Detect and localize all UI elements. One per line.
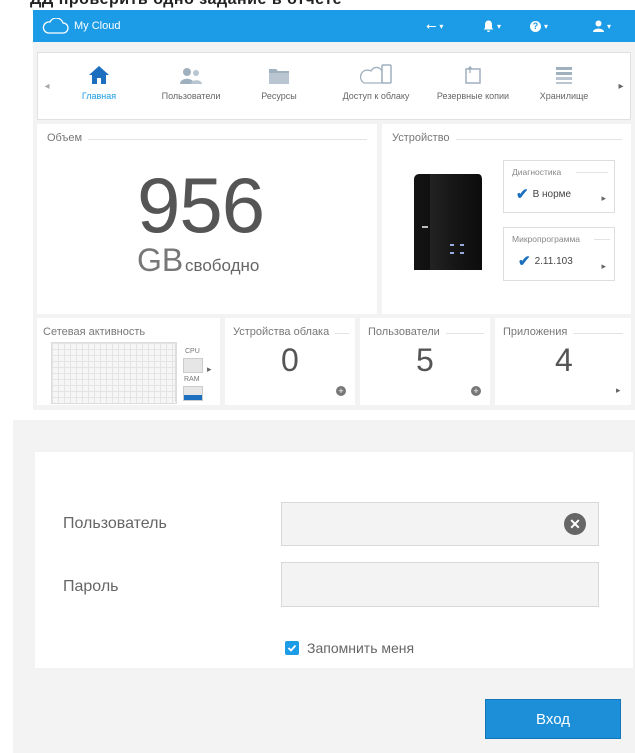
- add-user-button[interactable]: +: [471, 386, 481, 396]
- close-icon: ✕: [569, 515, 581, 532]
- nav-label: Ресурсы: [261, 91, 297, 101]
- bell-icon: [483, 20, 494, 32]
- device-image: [408, 170, 484, 279]
- volume-title: Объем: [47, 132, 89, 144]
- nav-label: Резервные копии: [436, 91, 510, 101]
- usb-menu[interactable]: ⭠ ▾: [426, 18, 443, 34]
- app-logo[interactable]: My Cloud: [41, 17, 120, 35]
- apps-count: 4: [555, 342, 573, 378]
- nav-item-cloud-access[interactable]: Доступ к облаку: [328, 63, 424, 113]
- nav-item-users[interactable]: Пользователи: [143, 63, 239, 113]
- chevron-down-icon: ▾: [544, 21, 549, 31]
- remember-me-option[interactable]: Запомнить меня: [285, 640, 414, 656]
- chevron-down-icon: ▾: [497, 21, 502, 31]
- cloud-access-icon: [359, 64, 392, 84]
- user-menu[interactable]: ▾: [593, 18, 611, 34]
- checkmark-icon: [287, 644, 297, 652]
- nav-label: Пользователи: [161, 91, 221, 101]
- dashboard-panel: My Cloud ⭠ ▾ ▾ ? ▾ ▾ ◂ ▸ Главная Пользов…: [33, 10, 635, 410]
- volume-free-label: свободно: [185, 256, 260, 275]
- nav-bar: ◂ ▸ Главная Пользователи Ресурсы Доступ …: [37, 52, 631, 120]
- username-input[interactable]: [282, 503, 572, 545]
- nav-right-arrow[interactable]: ▸: [612, 53, 630, 119]
- ram-meter: [183, 386, 203, 401]
- cloud-devices-title: Устройства облака: [233, 326, 336, 338]
- diagnostics-title: Диагностика: [512, 167, 562, 177]
- top-bar: My Cloud ⭠ ▾ ▾ ? ▾ ▾: [33, 10, 635, 42]
- diagnostics-status: В норме: [532, 188, 572, 200]
- usb-icon: ⭠: [426, 18, 437, 33]
- remember-me-label: Запомнить меня: [307, 640, 415, 656]
- nav-label: Главная: [81, 91, 117, 101]
- users-card[interactable]: Пользователи 5 +: [360, 318, 490, 405]
- device-title: Устройство: [392, 132, 456, 144]
- add-cloud-device-button[interactable]: +: [336, 386, 346, 396]
- nav-label: Хранилище: [539, 91, 589, 101]
- apps-title: Приложения: [503, 326, 574, 338]
- apps-card[interactable]: Приложения 4 ▸: [495, 318, 631, 405]
- username-label: Пользователь: [63, 515, 167, 532]
- username-field[interactable]: ✕: [281, 502, 599, 546]
- login-form: Пользователь ✕ Пароль Запомнить меня: [35, 452, 633, 668]
- chevron-down-icon: ▾: [607, 21, 612, 31]
- chevron-right-icon: ▸: [601, 193, 606, 203]
- network-graph: [51, 342, 177, 404]
- diagnostics-box[interactable]: Диагностика ✔ В норме ▸: [503, 160, 615, 213]
- ram-label: RAM: [184, 376, 200, 383]
- network-title: Сетевая активность: [43, 326, 152, 338]
- login-button[interactable]: Вход: [485, 699, 621, 739]
- remember-me-checkbox[interactable]: [285, 641, 299, 655]
- nav-item-storage[interactable]: Хранилище: [516, 63, 612, 113]
- chevron-right-icon: ▸: [207, 364, 212, 374]
- plus-icon: +: [473, 386, 479, 396]
- firmware-box[interactable]: Микропрограмма ✔ 2.11.103 ▸: [503, 227, 615, 281]
- help-icon: ?: [530, 20, 541, 32]
- plus-icon: +: [338, 386, 344, 396]
- chevron-right-icon: ▸: [618, 80, 624, 92]
- users-icon: [180, 68, 202, 84]
- firmware-version: 2.11.103: [534, 255, 573, 267]
- check-icon: ✔: [518, 253, 531, 270]
- cpu-meter: [183, 358, 203, 373]
- users-title: Пользователи: [368, 326, 446, 338]
- volume-card: Объем 956 GB свободно: [37, 124, 377, 314]
- login-panel: Пользователь ✕ Пароль Запомнить меня Вхо…: [13, 420, 635, 753]
- clear-username-button[interactable]: ✕: [564, 513, 586, 535]
- cloud-logo-icon: [42, 18, 69, 34]
- chevron-left-icon: ◂: [44, 80, 50, 92]
- network-activity-card[interactable]: Сетевая активность CPU RAM ▸: [37, 318, 220, 405]
- notifications-menu[interactable]: ▾: [483, 18, 501, 34]
- device-card: Устройство Диагностика ✔ В норме ▸ Микро…: [382, 124, 631, 314]
- folder-icon: [269, 69, 289, 84]
- nav-item-backups[interactable]: Резервные копии: [425, 63, 521, 113]
- help-menu[interactable]: ? ▾: [530, 18, 548, 34]
- chevron-right-icon: ▸: [601, 261, 606, 271]
- cloud-devices-card[interactable]: Устройства облака 0 +: [225, 318, 355, 405]
- volume-unit: GB: [137, 242, 184, 278]
- nav-label: Доступ к облаку: [342, 91, 410, 101]
- password-input[interactable]: [282, 563, 598, 606]
- app-title: My Cloud: [74, 20, 121, 32]
- cropped-header-text: ДД проверить одно задание в отчете: [0, 0, 635, 10]
- user-icon: [593, 20, 604, 32]
- backup-icon: [465, 65, 481, 84]
- check-icon: ✔: [516, 186, 529, 203]
- nav-item-shares[interactable]: Ресурсы: [231, 63, 327, 113]
- chevron-down-icon: ▾: [439, 21, 444, 31]
- users-count: 5: [416, 342, 434, 378]
- password-label: Пароль: [63, 578, 119, 595]
- chevron-right-icon: ▸: [616, 385, 621, 395]
- cpu-label: CPU: [185, 348, 200, 355]
- password-field[interactable]: [281, 562, 599, 607]
- firmware-title: Микропрограмма: [512, 234, 581, 244]
- home-icon: [89, 66, 109, 84]
- storage-icon: [556, 67, 572, 84]
- cloud-devices-count: 0: [281, 342, 299, 378]
- nav-item-home[interactable]: Главная: [51, 63, 147, 113]
- volume-free-value: 956: [137, 161, 265, 249]
